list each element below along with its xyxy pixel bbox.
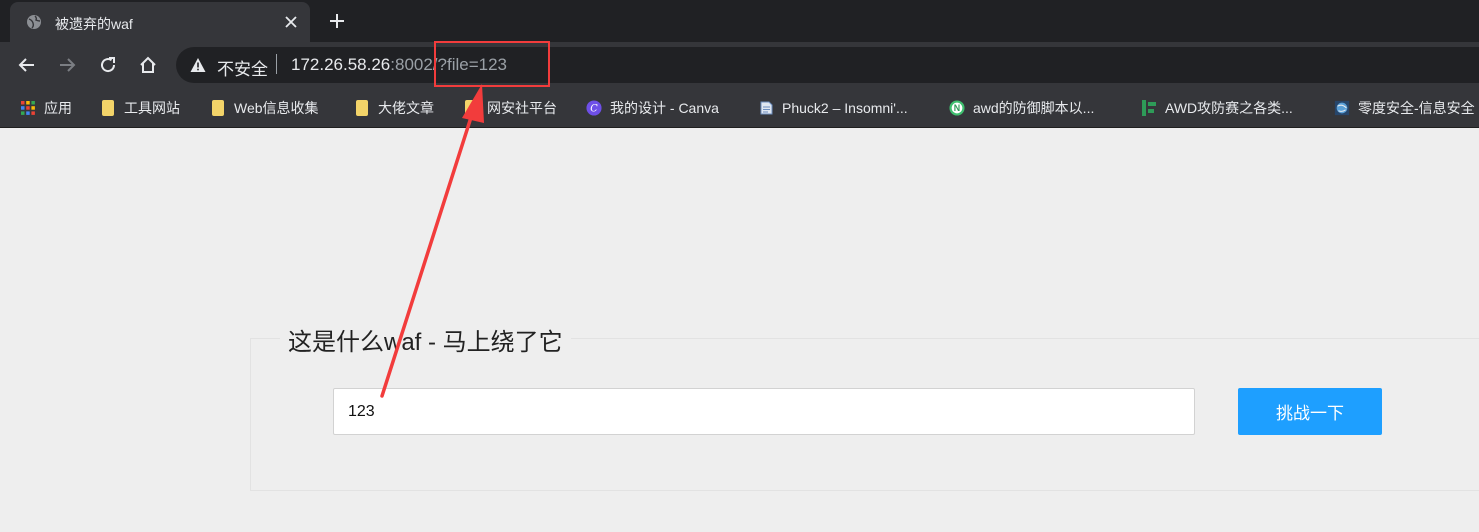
page-content: 这是什么waf - 马上绕了它 挑战一下 <box>0 128 1479 532</box>
globe-icon <box>26 14 42 30</box>
bookmark-label: AWD攻防赛之各类... <box>1165 100 1293 116</box>
bookmark-awd-defense[interactable]: N awd的防御脚本以... <box>949 97 1094 119</box>
globe-icon <box>1334 100 1350 116</box>
bookmark-security-platform[interactable]: 网安社平台 <box>463 97 557 119</box>
apps-grid-icon <box>20 100 36 116</box>
page-title: 这是什么waf - 马上绕了它 <box>280 322 571 357</box>
browser-tab[interactable]: 被遗弃的waf <box>10 2 310 42</box>
bookmark-apps[interactable]: 应用 <box>20 97 72 119</box>
folder-icon <box>210 100 226 116</box>
bookmark-label: 工具网站 <box>124 100 180 116</box>
bookmark-phuck2[interactable]: Phuck2 – Insomni'... <box>758 97 908 119</box>
folder-icon <box>463 100 479 116</box>
file-input[interactable] <box>333 388 1195 435</box>
back-button[interactable] <box>15 53 39 77</box>
warning-icon[interactable] <box>190 57 206 73</box>
svg-text:C: C <box>590 104 598 115</box>
folder-icon <box>100 100 116 116</box>
browser-toolbar: 不安全 172.26.58.26:8002/?file=123 <box>0 42 1479 88</box>
security-label[interactable]: 不安全 <box>217 55 268 80</box>
bookmark-label: 网安社平台 <box>487 100 557 116</box>
bookmark-web-info[interactable]: Web信息收集 <box>210 97 319 119</box>
reload-icon <box>101 57 116 73</box>
home-icon <box>140 56 156 73</box>
close-tab-icon[interactable] <box>281 12 301 32</box>
bookmark-label: 零度安全-信息安全 <box>1358 100 1475 116</box>
annotation-highlight-box <box>434 41 550 87</box>
bookmark-label: 应用 <box>44 100 72 116</box>
bookmark-tools[interactable]: 工具网站 <box>100 97 180 119</box>
bookmark-articles[interactable]: 大佬文章 <box>354 97 434 119</box>
bookmark-label: awd的防御脚本以... <box>973 100 1095 116</box>
bookmark-label: 我的设计 - Canva <box>610 100 719 116</box>
green-logo-icon <box>1141 100 1157 116</box>
address-bar[interactable]: 不安全 172.26.58.26:8002/?file=123 <box>176 47 1479 83</box>
bookmark-canva[interactable]: C 我的设计 - Canva <box>586 97 719 119</box>
address-separator <box>276 54 277 74</box>
reload-button[interactable] <box>96 53 120 77</box>
forward-button[interactable] <box>55 53 79 77</box>
tab-title: 被遗弃的waf <box>55 16 133 32</box>
tab-strip: 被遗弃的waf <box>0 0 1479 42</box>
bookmark-label: Phuck2 – Insomni'... <box>782 100 908 116</box>
bookmark-zero-security[interactable]: 零度安全-信息安全 <box>1334 97 1475 119</box>
back-arrow-icon <box>18 58 34 72</box>
challenge-button[interactable]: 挑战一下 <box>1238 388 1382 435</box>
bookmark-label: Web信息收集 <box>234 100 319 116</box>
new-tab-button[interactable] <box>326 10 348 32</box>
n-circle-icon: N <box>949 100 965 116</box>
home-button[interactable] <box>136 53 160 77</box>
document-icon <box>758 100 774 116</box>
svg-text:N: N <box>954 103 960 113</box>
canva-icon: C <box>586 100 602 116</box>
folder-icon <box>354 100 370 116</box>
bookmark-label: 大佬文章 <box>378 100 434 116</box>
bookmark-awd-attack[interactable]: AWD攻防赛之各类... <box>1141 97 1293 119</box>
url-host: 172.26.58.26 <box>291 55 391 74</box>
bookmarks-bar: 应用 工具网站 Web信息收集 大佬文章 网安社平台 C 我的设计 - Canv… <box>0 88 1479 128</box>
forward-arrow-icon <box>60 58 76 72</box>
